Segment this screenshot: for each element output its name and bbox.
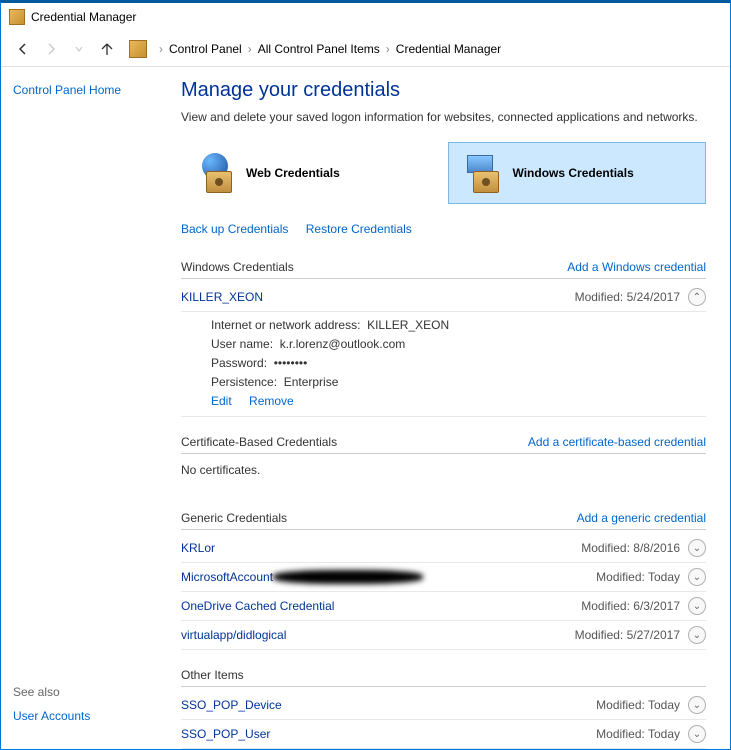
main-content: Manage your credentials View and delete … [181, 67, 730, 749]
section-title: Other Items [181, 668, 244, 682]
chevron-down-icon[interactable]: ⌄ [688, 626, 706, 644]
page-subtitle: View and delete your saved logon informa… [181, 110, 706, 124]
user-accounts-link[interactable]: User Accounts [13, 709, 169, 723]
chevron-right-icon: › [248, 42, 252, 56]
credential-row[interactable]: MicrosoftAccount Modified: Today ⌄ [181, 563, 706, 592]
detail-label: Internet or network address: [211, 318, 360, 332]
chevron-down-icon[interactable]: ⌄ [688, 725, 706, 743]
sidebar: Control Panel Home See also User Account… [1, 67, 181, 749]
credential-row[interactable]: SSO_POP_User Modified: Today ⌄ [181, 720, 706, 749]
tab-web-credentials[interactable]: Web Credentials [181, 142, 440, 204]
breadcrumb-item[interactable]: Credential Manager [396, 42, 501, 56]
section-title: Generic Credentials [181, 511, 287, 525]
up-button[interactable] [97, 39, 117, 59]
detail-value: •••••••• [274, 356, 308, 370]
see-also-label: See also [13, 685, 169, 699]
credential-row[interactable]: KILLER_XEON Modified: 5/24/2017 ⌃ [181, 283, 706, 312]
chevron-down-icon[interactable]: ⌄ [688, 597, 706, 615]
control-panel-home-link[interactable]: Control Panel Home [13, 83, 169, 97]
tab-label: Windows Credentials [513, 166, 634, 180]
page-title: Manage your credentials [181, 79, 706, 102]
chevron-up-icon[interactable]: ⌃ [688, 288, 706, 306]
breadcrumb[interactable]: › Control Panel › All Control Panel Item… [159, 42, 718, 56]
credential-name: virtualapp/didlogical [181, 628, 286, 642]
credential-name: SSO_POP_Device [181, 698, 282, 712]
credential-modified: Modified: 5/24/2017 [575, 290, 680, 304]
back-button[interactable] [13, 39, 33, 59]
detail-value: k.r.lorenz@outlook.com [280, 337, 406, 351]
redacted-text [273, 570, 423, 584]
navigation-bar: › Control Panel › All Control Panel Item… [1, 31, 730, 67]
credential-modified: Modified: Today [596, 570, 680, 584]
section-title: Windows Credentials [181, 260, 294, 274]
monitor-safe-icon [463, 153, 503, 193]
detail-label: Password: [211, 356, 267, 370]
credential-name: KILLER_XEON [181, 290, 263, 304]
backup-credentials-link[interactable]: Back up Credentials [181, 222, 288, 236]
chevron-right-icon: › [386, 42, 390, 56]
detail-value: Enterprise [284, 375, 339, 389]
credential-modified: Modified: 5/27/2017 [575, 628, 680, 642]
add-certificate-credential-link[interactable]: Add a certificate-based credential [528, 435, 706, 449]
add-windows-credential-link[interactable]: Add a Windows credential [567, 260, 706, 274]
globe-safe-icon [196, 153, 236, 193]
chevron-down-icon[interactable]: ⌄ [688, 539, 706, 557]
credential-modified: Modified: 6/3/2017 [581, 599, 680, 613]
address-icon [129, 40, 147, 58]
add-generic-credential-link[interactable]: Add a generic credential [577, 511, 706, 525]
credential-modified: Modified: 8/8/2016 [581, 541, 680, 555]
credential-name: MicrosoftAccount [181, 570, 423, 585]
tab-windows-credentials[interactable]: Windows Credentials [448, 142, 707, 204]
credential-name: KRLor [181, 541, 215, 555]
detail-label: Persistence: [211, 375, 277, 389]
credential-row[interactable]: virtualapp/didlogical Modified: 5/27/2017… [181, 621, 706, 650]
window-title: Credential Manager [31, 10, 136, 24]
no-certificates-text: No certificates. [181, 458, 706, 493]
edit-link[interactable]: Edit [211, 394, 232, 408]
credential-modified: Modified: Today [596, 727, 680, 741]
credential-modified: Modified: Today [596, 698, 680, 712]
detail-label: User name: [211, 337, 273, 351]
recent-dropdown-icon[interactable] [69, 39, 89, 59]
forward-button[interactable] [41, 39, 61, 59]
credential-name: OneDrive Cached Credential [181, 599, 334, 613]
credential-detail: Internet or network address: KILLER_XEON… [181, 312, 706, 417]
chevron-down-icon[interactable]: ⌄ [688, 568, 706, 586]
credential-row[interactable]: SSO_POP_Device Modified: Today ⌄ [181, 691, 706, 720]
breadcrumb-item[interactable]: Control Panel [169, 42, 242, 56]
titlebar: Credential Manager [1, 3, 730, 31]
credential-name: SSO_POP_User [181, 727, 270, 741]
credential-row[interactable]: OneDrive Cached Credential Modified: 6/3/… [181, 592, 706, 621]
detail-value: KILLER_XEON [367, 318, 449, 332]
app-icon [9, 9, 25, 25]
restore-credentials-link[interactable]: Restore Credentials [306, 222, 412, 236]
tab-label: Web Credentials [246, 166, 340, 180]
chevron-right-icon: › [159, 42, 163, 56]
remove-link[interactable]: Remove [249, 394, 294, 408]
chevron-down-icon[interactable]: ⌄ [688, 696, 706, 714]
breadcrumb-item[interactable]: All Control Panel Items [258, 42, 380, 56]
credential-row[interactable]: KRLor Modified: 8/8/2016 ⌄ [181, 534, 706, 563]
section-title: Certificate-Based Credentials [181, 435, 337, 449]
